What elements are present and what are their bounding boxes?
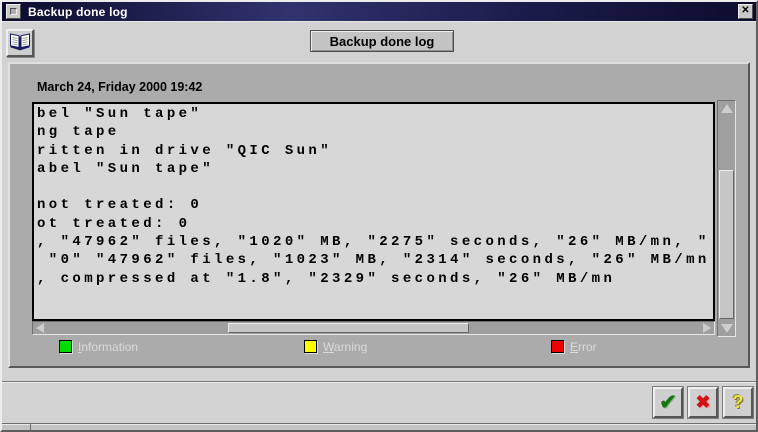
close-button[interactable]: ✕ (738, 4, 753, 19)
log-line: not treated: 0 (37, 196, 713, 214)
log-line (37, 178, 713, 196)
question-mark-icon: ? (733, 392, 744, 413)
legend-label: Error (570, 340, 597, 354)
log-line: , "47962" files, "1020" MB, "2275" secon… (37, 233, 713, 251)
window-title: Backup done log (28, 5, 128, 19)
cross-icon: ✖ (695, 392, 710, 413)
log-line: ritten in drive "QIC Sun" (37, 142, 713, 160)
log-text-area[interactable]: bel "Sun tape" ng tape ritten in drive "… (32, 102, 715, 321)
scroll-down-button[interactable] (719, 322, 734, 335)
vertical-scrollbar[interactable] (717, 100, 736, 337)
window-menu-button[interactable] (6, 4, 21, 19)
log-line: ot treated: 0 (37, 215, 713, 233)
horizontal-scrollbar[interactable] (32, 321, 715, 335)
log-book-button[interactable] (6, 29, 34, 57)
dialog-header-label: Backup done log (310, 30, 454, 52)
scroll-right-button[interactable] (701, 323, 713, 333)
legend-label: Warning (323, 340, 367, 354)
vertical-scrollbar-thumb[interactable] (719, 170, 734, 319)
horizontal-scrollbar-thumb[interactable] (228, 323, 469, 333)
arrow-up-icon (721, 104, 733, 113)
log-line: "0" "47962" files, "1023" MB, "2314" sec… (37, 251, 713, 269)
log-panel: March 24, Friday 2000 19:42 bel "Sun tap… (8, 62, 750, 368)
arrow-right-icon (703, 323, 711, 333)
checkmark-icon: ✔ (659, 390, 677, 415)
open-book-icon (9, 31, 31, 56)
cancel-button[interactable]: ✖ (688, 387, 718, 418)
titlebar[interactable]: Backup done log ✕ (2, 2, 756, 22)
help-button[interactable]: ? (723, 387, 753, 418)
log-date: March 24, Friday 2000 19:42 (37, 80, 202, 94)
close-icon: ✕ (741, 5, 749, 16)
status-bar-cell (2, 424, 31, 430)
log-line: bel "Sun tape" (37, 105, 713, 123)
separator (2, 381, 756, 383)
ok-button[interactable]: ✔ (653, 387, 683, 418)
log-line: , compressed at "1.8", "2329" seconds, "… (37, 270, 713, 288)
legend-label: Information (78, 340, 138, 354)
warning-swatch-icon (304, 340, 317, 353)
status-bar (2, 423, 756, 430)
scroll-left-button[interactable] (34, 323, 46, 333)
error-swatch-icon (551, 340, 564, 353)
scroll-up-button[interactable] (719, 102, 734, 115)
arrow-down-icon (721, 324, 733, 333)
log-line: abel "Sun tape" (37, 160, 713, 178)
backup-done-log-window: Backup done log ✕ Backup done log March … (0, 0, 758, 432)
window-menu-icon (10, 8, 17, 15)
log-line: ng tape (37, 123, 713, 141)
arrow-left-icon (36, 323, 44, 333)
information-swatch-icon (59, 340, 72, 353)
